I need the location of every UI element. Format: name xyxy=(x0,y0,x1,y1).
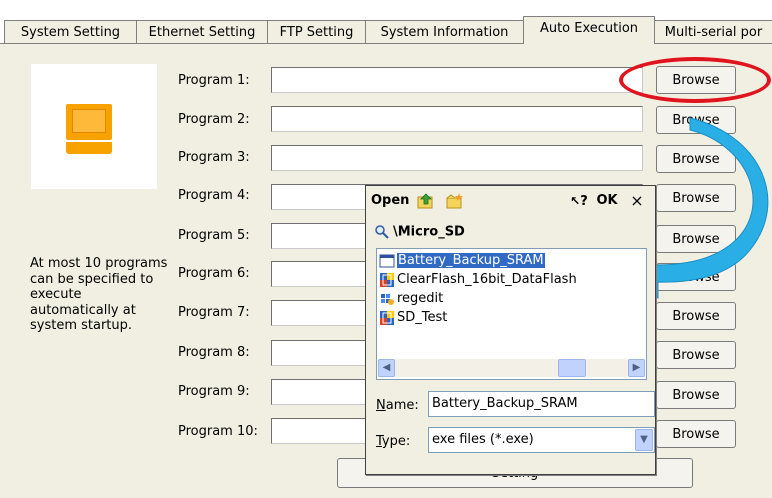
file-list[interactable]: Battery_Backup_SRAM ClearFlash_16bit_Dat… xyxy=(376,248,647,380)
exe-program-icon xyxy=(380,272,394,287)
name-label-rest: ame: xyxy=(385,398,419,413)
new-folder-icon[interactable] xyxy=(446,192,464,210)
file-item-regedit[interactable]: regedit xyxy=(379,289,443,308)
program-2-field[interactable] xyxy=(271,106,643,132)
program-8-browse-button[interactable]: Browse xyxy=(656,341,736,369)
program-2-label: Program 2: xyxy=(178,112,250,127)
exe-window-icon xyxy=(379,254,395,267)
program-8-label: Program 8: xyxy=(178,345,250,360)
name-label: Name: xyxy=(376,398,419,413)
type-value: exe files (*.exe) xyxy=(432,432,534,447)
exe-program-icon xyxy=(380,310,394,325)
file-item-battery-backup-sram[interactable]: Battery_Backup_SRAM xyxy=(379,251,545,270)
scroll-thumb[interactable] xyxy=(558,359,586,377)
tab-system-setting[interactable]: System Setting xyxy=(4,20,137,44)
auto-execution-icon-box xyxy=(31,64,157,189)
program-6-label: Program 6: xyxy=(178,266,250,281)
current-path: \Micro_SD xyxy=(374,224,465,240)
program-3-label: Program 3: xyxy=(178,150,250,165)
file-item-clearflash[interactable]: ClearFlash_16bit_DataFlash xyxy=(379,270,577,289)
horizontal-scrollbar[interactable]: ◀ ▶ xyxy=(378,359,645,377)
tab-ethernet-setting[interactable]: Ethernet Setting xyxy=(136,20,268,44)
path-text: \Micro_SD xyxy=(393,224,465,240)
tab-system-information[interactable]: System Information xyxy=(365,20,524,44)
file-item-sd-test[interactable]: SD_Test xyxy=(379,308,447,327)
program-3-field[interactable] xyxy=(271,145,643,171)
program-10-browse-button[interactable]: Browse xyxy=(656,420,736,448)
program-9-browse-button[interactable]: Browse xyxy=(656,381,736,409)
name-field[interactable]: Battery_Backup_SRAM xyxy=(428,391,655,417)
program-4-label: Program 4: xyxy=(178,188,250,203)
scroll-left-icon[interactable]: ◀ xyxy=(378,359,395,377)
type-select[interactable]: exe files (*.exe) ▼ xyxy=(428,427,655,453)
tab-auto-execution[interactable]: Auto Execution xyxy=(523,16,655,44)
description-text: At most 10 programs can be specified to … xyxy=(30,256,168,333)
program-7-label: Program 7: xyxy=(178,305,250,320)
ok-button[interactable]: OK xyxy=(594,190,620,212)
help-button[interactable]: ↖? xyxy=(569,190,589,212)
program-5-label: Program 5: xyxy=(178,228,250,243)
scroll-right-icon[interactable]: ▶ xyxy=(628,359,645,377)
highlight-oval xyxy=(619,57,771,103)
search-folder-icon xyxy=(375,225,389,239)
program-9-label: Program 9: xyxy=(178,384,250,399)
registry-icon xyxy=(381,293,394,305)
type-label-rest: ype: xyxy=(381,434,411,449)
dialog-title: Open xyxy=(371,193,410,208)
tab-ftp-setting[interactable]: FTP Setting xyxy=(267,20,366,44)
type-label: Type: xyxy=(376,434,411,449)
chevron-down-icon[interactable]: ▼ xyxy=(635,429,653,451)
tab-bar: System Setting Ethernet Setting FTP Sett… xyxy=(0,0,772,44)
program-1-field[interactable] xyxy=(271,67,643,93)
open-file-dialog: Open ↖? OK × \Micro_SD Battery_Backup_SR… xyxy=(365,185,656,475)
tab-panel-border xyxy=(0,43,772,44)
program-1-label: Program 1: xyxy=(178,73,250,88)
close-button[interactable]: × xyxy=(628,190,646,212)
up-folder-icon[interactable] xyxy=(417,192,435,210)
tab-multi-serial-port[interactable]: Multi-serial por xyxy=(654,20,772,44)
program-10-label: Program 10: xyxy=(178,424,258,439)
